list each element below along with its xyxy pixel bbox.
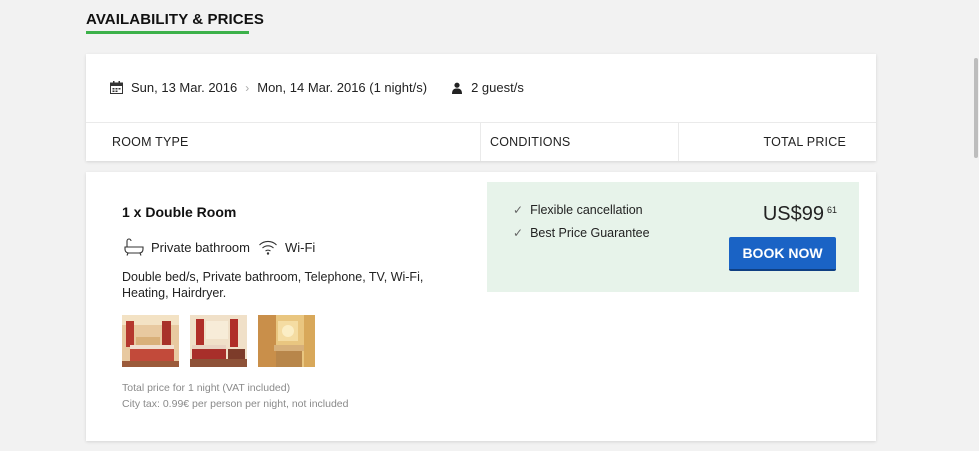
stay-summary: Sun, 13 Mar. 2016 › Mon, 14 Mar. 2016 (1… <box>110 80 524 95</box>
chevron-right-icon: › <box>245 80 250 95</box>
condition-best-price-guarantee: Best Price Guarantee <box>530 226 650 240</box>
room-photo-thumbnail[interactable] <box>258 315 315 367</box>
scrollbar[interactable] <box>971 0 979 451</box>
check-icon: ✓ <box>513 203 524 217</box>
search-summary-card: Sun, 13 Mar. 2016 › Mon, 14 Mar. 2016 (1… <box>86 54 876 161</box>
section-title: AVAILABILITY & PRICES <box>86 11 264 28</box>
amenity-private-bathroom: Private bathroom <box>151 239 250 255</box>
checkin-date[interactable]: Sun, 13 Mar. 2016 <box>131 80 237 95</box>
column-header-total-price: TOTAL PRICE <box>763 135 846 149</box>
calendar-icon <box>110 81 123 94</box>
amenities-list: Private bathroom Wi-Fi <box>124 238 315 256</box>
condition-flexible-cancellation: Flexible cancellation <box>530 203 643 217</box>
room-name[interactable]: 1 x Double Room <box>122 204 236 220</box>
column-header-room-type: ROOM TYPE <box>112 135 189 149</box>
column-separator <box>678 123 679 161</box>
checkout-date[interactable]: Mon, 14 Mar. 2016 (1 night/s) <box>257 80 427 95</box>
column-separator <box>480 123 481 161</box>
guest-count[interactable]: 2 guest/s <box>471 80 524 95</box>
room-photo-thumbnail[interactable] <box>190 315 247 367</box>
room-thumbnails <box>122 315 315 367</box>
wifi-icon <box>259 240 277 255</box>
city-tax-note: City tax: 0.99€ per person per night, no… <box>122 398 349 410</box>
price-amount: US$99 <box>762 203 824 225</box>
bathtub-icon <box>124 238 144 256</box>
divider <box>86 122 876 123</box>
room-photo-thumbnail[interactable] <box>122 315 179 367</box>
room-card: 1 x Double Room Private bathroom Wi-Fi D… <box>86 172 876 441</box>
room-description: Double bed/s, Private bathroom, Telephon… <box>122 270 424 300</box>
price-cents: 61 <box>826 205 837 215</box>
amenity-wifi: Wi-Fi <box>285 239 316 255</box>
column-header-conditions: CONDITIONS <box>490 135 571 149</box>
condition-item: ✓ Best Price Guarantee <box>513 226 650 240</box>
price-note: Total price for 1 night (VAT included) <box>122 382 291 394</box>
user-icon <box>452 82 463 94</box>
title-underline <box>86 31 249 34</box>
condition-item: ✓ Flexible cancellation <box>513 203 643 217</box>
total-price: US$99 61 <box>763 203 837 226</box>
check-icon: ✓ <box>513 226 524 240</box>
book-now-button[interactable]: BOOK NOW <box>729 237 836 271</box>
scrollbar-thumb[interactable] <box>974 58 978 158</box>
conditions-price-panel: ✓ Flexible cancellation ✓ Best Price Gua… <box>487 182 859 292</box>
